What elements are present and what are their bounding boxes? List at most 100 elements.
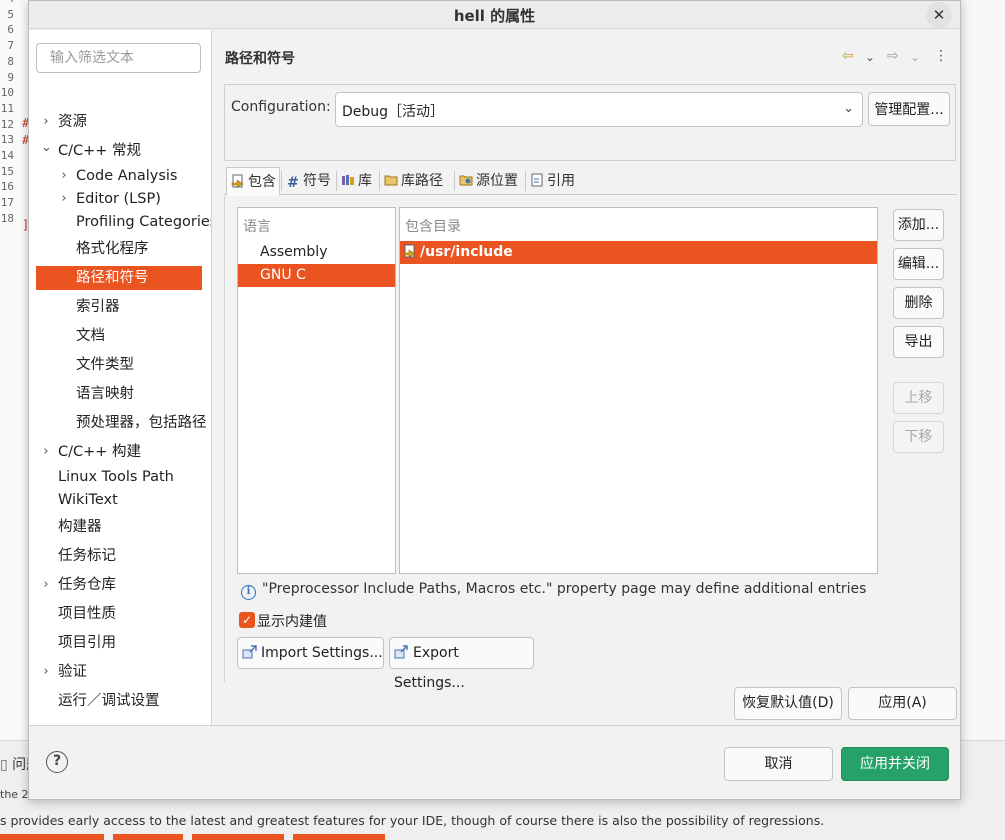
forward-arrow-icon[interactable]: ⇨ <box>887 48 899 64</box>
tab-separator <box>454 171 455 191</box>
configuration-label: Configuration: <box>231 99 331 115</box>
import-icon <box>242 645 257 659</box>
tree-item[interactable]: 运行／调试设置 <box>29 689 211 713</box>
export-settings-button[interactable]: Export Settings... <box>389 637 534 691</box>
configuration-group: Configuration: Debug［活动］ ⌄ 管理配置... <box>224 84 956 161</box>
chevron-down-icon: ⌄ <box>843 101 854 116</box>
tree-item[interactable]: › Editor (LSP) <box>29 187 211 211</box>
tab-6[interactable]: 引用 <box>526 167 582 195</box>
language-item[interactable]: GNU C <box>238 264 395 287</box>
tab-1[interactable]: 包含 <box>226 167 280 196</box>
edit-button[interactable]: 编辑... <box>893 248 944 280</box>
include-directory-label: /usr/include <box>420 244 513 260</box>
tree-item[interactable]: ⌄ C/C++ 常规 <box>29 136 211 163</box>
tree-item[interactable]: 预处理器，包括路径 <box>29 411 211 435</box>
info-message: i "Preprocessor Include Paths, Macros etc… <box>241 581 866 600</box>
expand-chevron-icon[interactable]: › <box>41 110 51 134</box>
tree-item[interactable]: 项目引用 <box>29 631 211 655</box>
line-number: 7 <box>7 39 14 53</box>
decor-strip <box>0 834 104 840</box>
show-builtin-checkbox[interactable]: ✓ <box>239 612 255 628</box>
tree-item-label: 构建器 <box>58 519 102 535</box>
tree-item[interactable]: Profiling Categories <box>29 210 212 234</box>
line-number: 15 <box>0 164 14 178</box>
line-number: 16 <box>0 180 14 194</box>
tree-item-label: Linux Tools Path <box>58 469 174 485</box>
tree-item-label: 项目引用 <box>58 635 116 651</box>
expand-chevron-icon[interactable]: › <box>59 164 69 188</box>
tree-item[interactable]: 语言映射 <box>29 382 211 406</box>
collapse-chevron-icon[interactable]: ⌄ <box>41 136 52 160</box>
tab-5[interactable]: 源位置 <box>455 167 524 195</box>
tree-item-label: Profiling Categories <box>76 214 212 230</box>
expand-chevron-icon[interactable]: › <box>41 660 51 684</box>
configuration-select[interactable]: Debug［活动］ ⌄ <box>335 92 863 127</box>
export-icon <box>394 645 408 659</box>
console-line: s provides early access to the latest an… <box>0 813 825 828</box>
add-button[interactable]: 添加... <box>893 209 944 241</box>
delete-button[interactable]: 删除 <box>893 287 944 319</box>
tab-3[interactable]: 库 <box>337 167 378 195</box>
tab-bar: 包含 # 符号 库 库路径 源位置 引用 <box>224 167 957 196</box>
tree-item[interactable]: 索引器 <box>29 295 211 319</box>
expand-chevron-icon[interactable]: › <box>41 573 51 597</box>
manage-configurations-button[interactable]: 管理配置... <box>868 92 950 126</box>
info-icon: i <box>241 585 256 600</box>
tree-item[interactable]: › 任务仓库 <box>29 573 211 597</box>
line-number: 14 <box>0 149 14 162</box>
back-arrow-icon[interactable]: ⇦ <box>842 48 854 64</box>
tree-item[interactable]: WikiText <box>29 488 211 512</box>
tree-item[interactable]: › 验证 <box>29 660 211 684</box>
apply-and-close-button[interactable]: 应用并关闭 <box>841 747 949 781</box>
tab-label: 源位置 <box>476 173 518 189</box>
include-directories-list: 包含目录 /usr/include <box>399 207 878 574</box>
export-button[interactable]: 导出 <box>893 326 944 358</box>
tree-item[interactable]: › Code Analysis <box>29 164 211 188</box>
tree-item-label: 格式化程序 <box>76 241 149 257</box>
show-builtin-label: 显示内建值 <box>257 614 327 630</box>
tree-item-label: 任务仓库 <box>58 577 116 593</box>
tree-item-label: 文件类型 <box>76 357 134 373</box>
include-directory-item[interactable]: /usr/include <box>400 241 877 264</box>
configuration-value: Debug［活动］ <box>342 104 445 120</box>
more-menu-icon[interactable]: ⋮ <box>934 48 948 64</box>
help-icon[interactable]: ? <box>46 751 68 773</box>
tree-item-label: 路径和符号 <box>76 270 149 286</box>
expand-chevron-icon[interactable]: › <box>59 187 69 211</box>
tree-item[interactable]: › C/C++ 构建 <box>29 440 211 464</box>
move-up-button[interactable]: 上移 <box>893 382 944 414</box>
tree-item-label: Editor (LSP) <box>76 191 161 207</box>
tab-label: 引用 <box>547 173 575 189</box>
tab-label: 库路径 <box>401 173 443 189</box>
tab-label: 包含 <box>248 174 276 190</box>
line-number: 11 <box>0 101 14 115</box>
tree-item[interactable]: 项目性质 <box>29 602 211 626</box>
tree-item-label: 索引器 <box>76 299 120 315</box>
filter-input[interactable] <box>36 43 201 73</box>
tree-item[interactable]: 文档 <box>29 324 211 348</box>
tab-label: 库 <box>358 173 372 189</box>
tree-item[interactable]: 路径和符号 <box>36 266 202 290</box>
tree-item-label: 预处理器，包括路径 <box>76 415 207 431</box>
language-item[interactable]: Assembly <box>238 241 395 264</box>
property-tree-panel: › 资源 ⌄ C/C++ 常规 › Code Analysis › Editor (LSP) P… <box>29 30 212 725</box>
import-settings-button[interactable]: Import Settings... <box>237 637 384 669</box>
expand-chevron-icon[interactable]: › <box>41 440 51 464</box>
tree-item[interactable]: › 资源 <box>29 110 211 134</box>
tab-4[interactable]: 库路径 <box>380 167 453 195</box>
tree-item[interactable]: 构建器 <box>29 515 211 539</box>
cancel-button[interactable]: 取消 <box>724 747 833 781</box>
tab-2[interactable]: # 符号 <box>282 167 335 195</box>
forward-menu-chevron-icon[interactable]: ⌄ <box>910 50 920 64</box>
tree-item[interactable]: 文件类型 <box>29 353 211 377</box>
line-number: 9 <box>7 70 14 84</box>
restore-defaults-button[interactable]: 恢复默认值(D) <box>734 687 842 720</box>
tree-item[interactable]: 格式化程序 <box>29 237 211 261</box>
tree-item[interactable]: 任务标记 <box>29 544 211 568</box>
tree-item[interactable]: Linux Tools Path <box>29 465 211 489</box>
apply-button[interactable]: 应用(A) <box>848 687 957 720</box>
close-icon[interactable]: ✕ <box>926 2 952 28</box>
include-path-icon <box>403 244 416 258</box>
move-down-button[interactable]: 下移 <box>893 421 944 453</box>
back-menu-chevron-icon[interactable]: ⌄ <box>865 50 875 64</box>
